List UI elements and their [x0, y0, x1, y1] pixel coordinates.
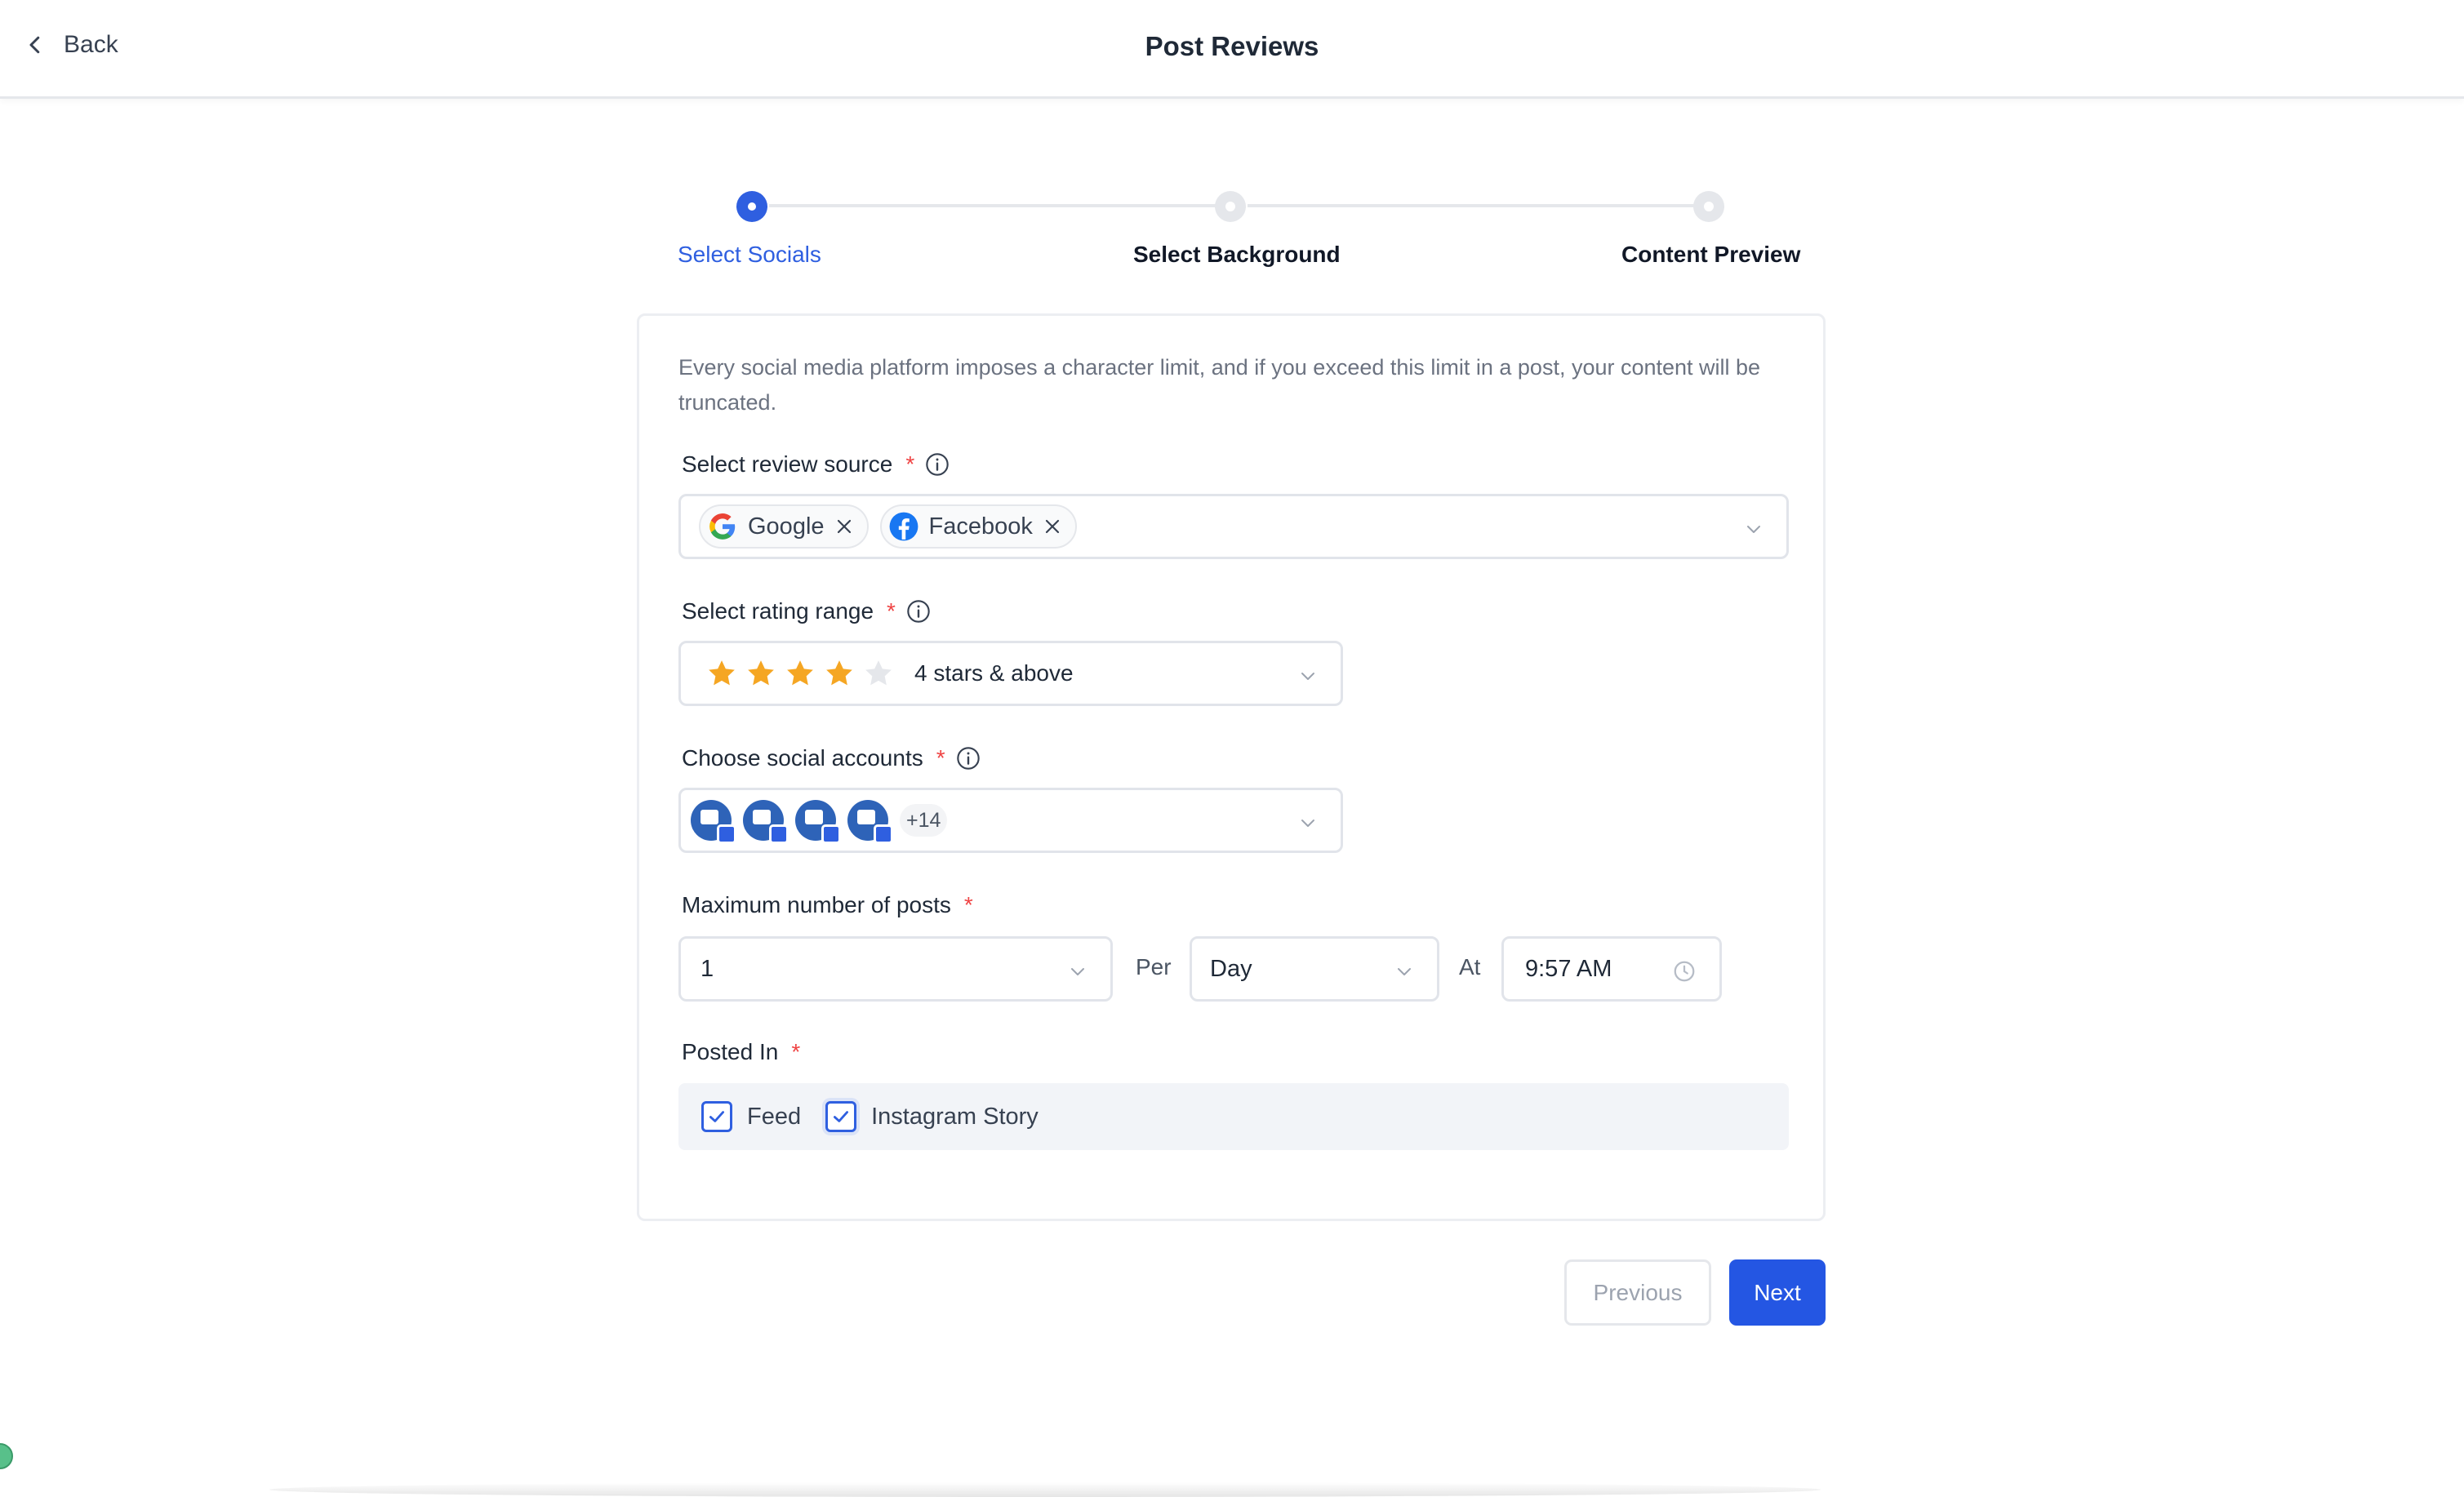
form-card: Every social media platform imposes a ch…: [637, 313, 1826, 1221]
instagram-story-checkbox-option[interactable]: Instagram Story: [825, 1101, 1063, 1132]
info-icon[interactable]: [924, 451, 950, 478]
page-title: Post Reviews: [1145, 31, 1319, 61]
post-count-value: 1: [701, 955, 714, 982]
chip-label: Facebook: [928, 513, 1033, 540]
info-icon[interactable]: [955, 745, 981, 771]
facebook-badge-icon: [821, 824, 841, 844]
checkmark-icon: [834, 1111, 849, 1122]
close-icon[interactable]: [834, 517, 854, 536]
review-source-label: Select review source *: [682, 451, 950, 478]
star-filled-icon: [787, 660, 813, 686]
top-bar: Back Post Reviews: [0, 0, 2464, 99]
step-indicator-content-preview[interactable]: [1693, 191, 1724, 222]
feed-label: Feed: [747, 1103, 802, 1130]
account-logo-icon: [753, 810, 771, 824]
more-accounts-badge: +14: [900, 804, 948, 837]
time-value: 9:57 AM: [1525, 955, 1612, 982]
status-indicator: [0, 1443, 13, 1469]
chevron-down-icon: [1301, 820, 1314, 827]
facebook-logo-icon: [889, 512, 918, 541]
posted-in-options: Feed Instagram Story: [678, 1083, 1789, 1150]
social-accounts-select[interactable]: +14: [678, 788, 1343, 853]
rating-range-label: Select rating range *: [682, 598, 932, 624]
account-logo-icon: [857, 810, 875, 824]
rating-range-value: 4 stars & above: [914, 660, 1074, 686]
account-avatar: [743, 800, 789, 844]
account-logo-icon: [805, 810, 823, 824]
step-indicator-select-background[interactable]: [1215, 191, 1246, 222]
account-logo-icon: [701, 810, 718, 824]
post-count-select[interactable]: 1: [678, 936, 1113, 1002]
time-picker[interactable]: 9:57 AM: [1501, 936, 1722, 1002]
per-label: Per: [1136, 954, 1172, 979]
required-asterisk: *: [963, 892, 973, 917]
star-empty-icon: [865, 660, 892, 686]
period-value: Day: [1210, 955, 1252, 982]
step-connector: [1248, 204, 1695, 207]
chevron-down-icon: [1398, 968, 1411, 975]
clock-icon: [1674, 961, 1695, 982]
at-label: At: [1459, 954, 1481, 979]
instagram-story-checkbox[interactable]: [825, 1101, 857, 1132]
step-label-select-background[interactable]: Select Background: [1133, 242, 1341, 268]
chip-label: Google: [748, 513, 825, 540]
chip-google: Google: [699, 504, 869, 549]
social-accounts-label: Choose social accounts *: [682, 745, 981, 771]
previous-button[interactable]: Previous: [1564, 1259, 1711, 1326]
next-button[interactable]: Next: [1729, 1259, 1826, 1326]
chevron-down-icon: [1747, 526, 1760, 533]
feed-checkbox-option[interactable]: Feed: [701, 1101, 825, 1132]
required-asterisk: *: [936, 745, 945, 771]
required-asterisk: *: [905, 451, 915, 477]
google-logo-icon: [709, 513, 736, 540]
review-source-select[interactable]: Google Facebook: [678, 494, 1789, 559]
step-indicator-select-socials[interactable]: [736, 191, 767, 222]
chevron-down-icon: [1071, 968, 1084, 975]
period-select[interactable]: Day: [1190, 936, 1439, 1002]
close-icon[interactable]: [1043, 517, 1062, 536]
max-posts-label: Maximum number of posts *: [682, 892, 973, 917]
star-rating: [705, 657, 901, 690]
facebook-badge-icon: [874, 824, 893, 844]
required-asterisk: *: [791, 1039, 801, 1064]
chip-facebook: Facebook: [879, 504, 1077, 549]
rating-range-select[interactable]: 4 stars & above: [678, 641, 1343, 706]
star-filled-icon: [748, 660, 774, 686]
required-asterisk: *: [887, 598, 896, 624]
bottom-shadow: [269, 1482, 1821, 1497]
star-filled-icon: [709, 660, 735, 686]
step-label-content-preview[interactable]: Content Preview: [1621, 242, 1800, 268]
posted-in-label: Posted In *: [682, 1039, 801, 1064]
step-connector: [769, 204, 1216, 207]
account-avatar: [795, 800, 841, 844]
facebook-badge-icon: [717, 824, 736, 844]
step-label-select-socials[interactable]: Select Socials: [678, 242, 821, 268]
account-avatar: [691, 800, 736, 844]
feed-checkbox[interactable]: [701, 1101, 732, 1132]
stepper: Select Socials Select Background Content…: [669, 186, 1800, 276]
account-avatar: [847, 800, 893, 844]
info-icon[interactable]: [905, 598, 932, 624]
account-avatars: [691, 800, 900, 844]
star-filled-icon: [826, 660, 852, 686]
checkmark-icon: [709, 1111, 724, 1122]
chevron-down-icon: [1301, 673, 1314, 680]
character-limit-notice: Every social media platform imposes a ch…: [678, 355, 1761, 415]
instagram-story-label: Instagram Story: [871, 1103, 1039, 1130]
facebook-badge-icon: [769, 824, 789, 844]
